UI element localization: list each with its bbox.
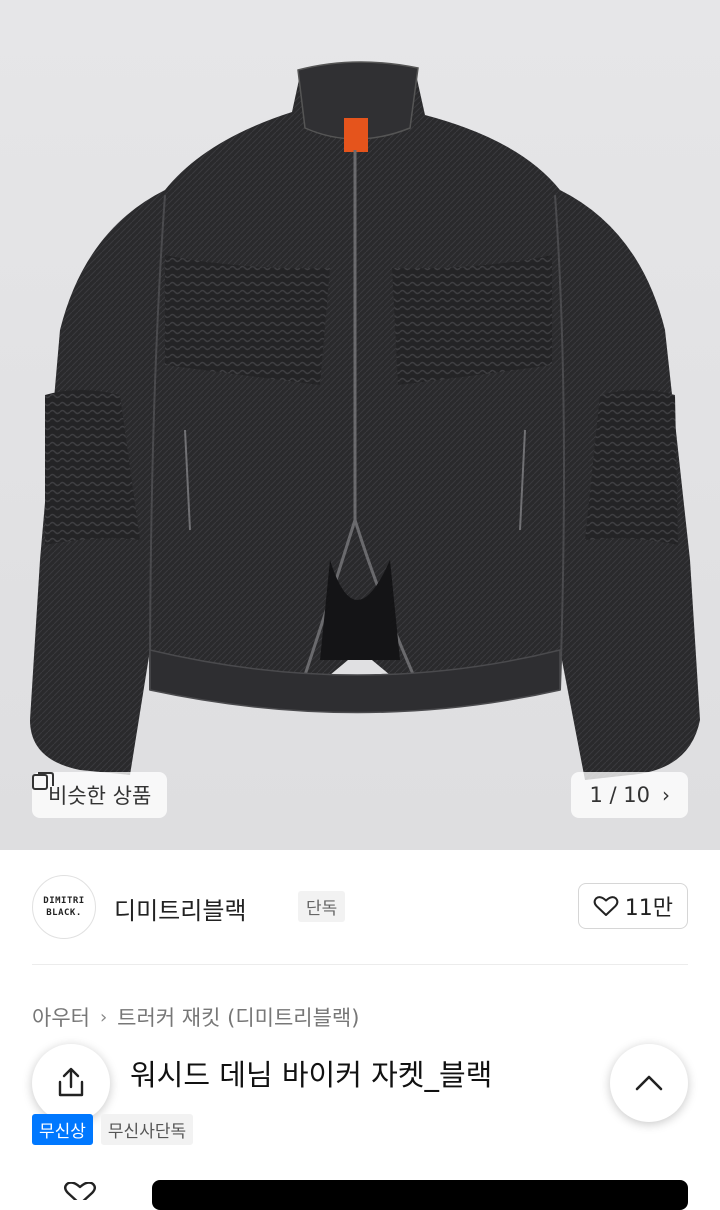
brand-logo-line1: DIMITRI (43, 896, 85, 906)
share-icon (58, 1067, 84, 1097)
breadcrumb-subcategory[interactable]: 트러커 재킷 (디미트리블랙) (117, 1002, 359, 1032)
tag-exclusive: 무신사단독 (100, 1114, 194, 1145)
breadcrumb-category[interactable]: 아우터 (32, 1002, 90, 1032)
image-counter-button[interactable]: 1 / 10 › (571, 772, 688, 818)
brand-logo-line2: BLACK. (46, 908, 82, 918)
bottom-like-icon[interactable] (60, 1182, 100, 1200)
scroll-top-button[interactable] (610, 1044, 688, 1122)
share-button[interactable] (32, 1044, 110, 1122)
chevron-right-icon: › (99, 1006, 108, 1028)
divider (32, 964, 688, 965)
product-image-gallery[interactable]: 비슷한 상품 1 / 10 › (0, 0, 720, 850)
product-photo-denim-jacket (30, 61, 700, 780)
brand-logo[interactable]: DIMITRI BLACK. (32, 875, 96, 939)
product-title-text: 워시드 데님 바이커 자켓_블랙 (130, 1058, 493, 1092)
tag-new: 무신상 (32, 1114, 93, 1145)
chevron-up-icon (635, 1075, 663, 1091)
brand-name-link[interactable]: 디미트리블랙 (114, 891, 246, 926)
heart-outline-icon (593, 896, 619, 916)
like-count: 11만 (624, 896, 673, 921)
breadcrumb: 아우터 › 트러커 재킷 (디미트리블랙) (32, 1002, 359, 1032)
image-counter-text: 1 / 10 (589, 783, 650, 807)
like-button[interactable]: 11만 (577, 883, 688, 929)
similar-items-button[interactable]: 비슷한 상품 (32, 772, 168, 818)
similar-items-label: 비슷한 상품 (48, 784, 152, 808)
product-tags: 무신상 무신사단독 (32, 1114, 201, 1145)
chevron-right-icon: › (662, 783, 670, 807)
exclusive-badge: 단독 (298, 891, 346, 922)
similar-items-icon (32, 772, 54, 790)
buy-button[interactable] (152, 1180, 688, 1210)
brand-row: DIMITRI BLACK. 디미트리블랙 단독 11만 (32, 873, 688, 939)
